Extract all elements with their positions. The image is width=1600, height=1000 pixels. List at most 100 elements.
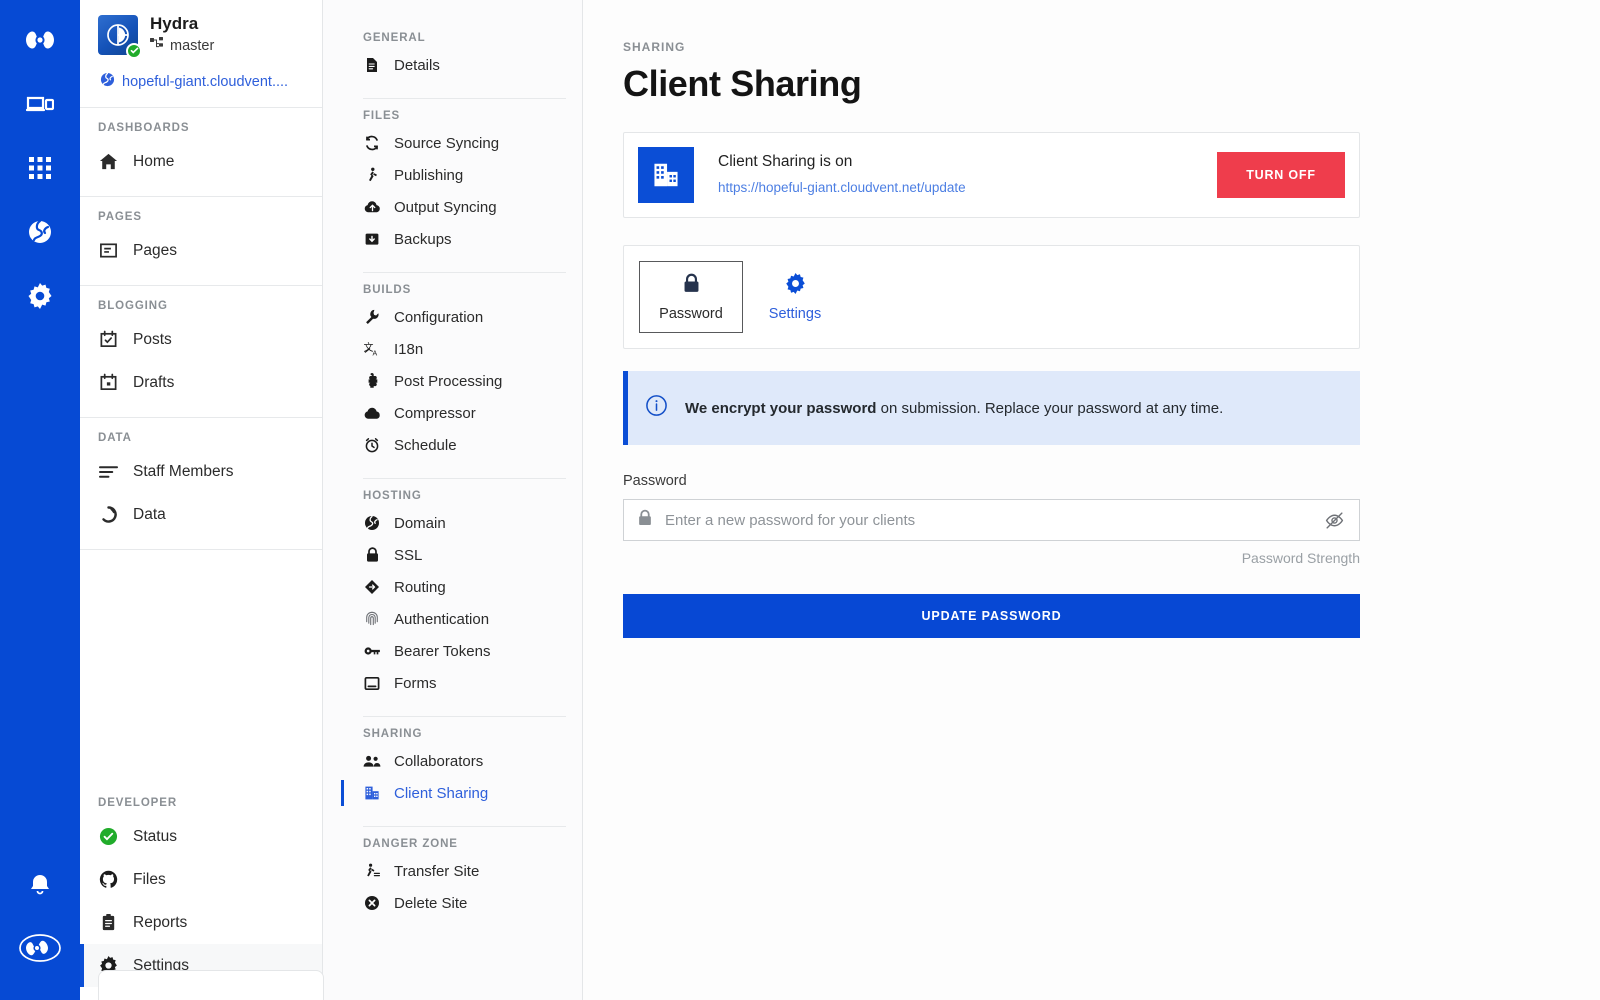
subnav-item-backups[interactable]: Backups	[323, 223, 582, 255]
sidebar-item-posts[interactable]: Posts	[80, 318, 322, 361]
subnav-item-bearer-tokens[interactable]: Bearer Tokens	[323, 635, 582, 667]
subnav-item-label: Compressor	[394, 404, 476, 422]
subnav-divider	[363, 826, 566, 827]
sidebar-item-files[interactable]: Files	[80, 858, 322, 901]
github-icon	[98, 870, 118, 889]
subnav-item-client-sharing[interactable]: Client Sharing	[323, 777, 582, 809]
eye-off-icon[interactable]	[1324, 510, 1345, 531]
tab-password[interactable]: Password	[639, 261, 743, 333]
sidebar-group-blogging: BLOGGING Posts Drafts	[80, 286, 322, 417]
sync-icon	[363, 135, 381, 151]
rail-logo-eye-icon[interactable]	[14, 14, 66, 66]
calendar-draft-icon	[98, 373, 118, 392]
globe-icon	[363, 515, 381, 531]
pages-icon	[98, 241, 118, 260]
svg-text:A: A	[373, 351, 378, 358]
password-strength-label: Password Strength	[1241, 550, 1360, 566]
subnav-item-post-processing[interactable]: Post Processing	[323, 365, 582, 397]
subnav-item-label: Transfer Site	[394, 862, 480, 880]
tab-settings[interactable]: Settings	[743, 261, 847, 333]
sidebar-group-label: DEVELOPER	[98, 797, 178, 809]
sidebar-item-data[interactable]: Data	[80, 493, 322, 536]
transfer-icon	[363, 863, 381, 879]
sidebar-item-reports[interactable]: Reports	[80, 901, 322, 944]
subnav-item-collaborators[interactable]: Collaborators	[323, 745, 582, 777]
rail-devices-preview-icon[interactable]	[14, 78, 66, 130]
update-password-button[interactable]: UPDATE PASSWORD	[623, 594, 1360, 638]
subnav-item-schedule[interactable]: Schedule	[323, 429, 582, 461]
turn-off-button[interactable]: TURN OFF	[1217, 152, 1345, 198]
sidebar-group-label: PAGES	[98, 211, 142, 224]
encryption-notice-text: We encrypt your password on submission. …	[685, 400, 1223, 417]
settings-subnav: GENERAL Details FILES Source Syncing Pub…	[323, 0, 583, 1000]
sidebar-group-developer: DEVELOPER Status Files Reports Settings	[80, 783, 322, 1000]
home-icon	[98, 152, 118, 171]
breadcrumb: SHARING	[623, 40, 686, 54]
hydra-logo-icon	[98, 14, 142, 59]
sidebar-item-status[interactable]: Status	[80, 815, 322, 858]
subnav-item-label: Forms	[394, 674, 437, 692]
sidebar-group-data: DATA Staff Members Data	[80, 418, 322, 549]
main-content: SHARING Client Sharing Client Sharing is	[583, 0, 1600, 1000]
subnav-item-label: I18n	[394, 340, 424, 358]
password-input-wrap[interactable]	[623, 499, 1360, 541]
building-icon	[363, 785, 381, 801]
subnav-group-label: FILES	[363, 110, 401, 122]
rail-apps-grid-icon[interactable]	[14, 142, 66, 194]
subnav-item-authentication[interactable]: Authentication	[323, 603, 582, 635]
site-identity[interactable]: Hydra master	[98, 14, 304, 59]
encryption-notice: We encrypt your password on submission. …	[623, 371, 1360, 445]
subnav-item-label: Publishing	[394, 166, 464, 184]
subnav-divider	[363, 478, 566, 479]
sidebar-item-staff-members[interactable]: Staff Members	[80, 450, 322, 493]
subnav-divider	[363, 272, 566, 273]
subnav-item-label: Delete Site	[394, 894, 468, 912]
password-input[interactable]	[665, 511, 1312, 529]
subnav-item-i18n[interactable]: 文 A I18n	[323, 333, 582, 365]
check-circle-green-icon	[98, 827, 118, 846]
subnav-item-forms[interactable]: Forms	[323, 667, 582, 699]
subnav-group-label: DANGER ZONE	[363, 838, 458, 850]
subnav-item-configuration[interactable]: Configuration	[323, 301, 582, 333]
subnav-item-source-syncing[interactable]: Source Syncing	[323, 127, 582, 159]
cloud-upload-icon	[363, 200, 381, 214]
subnav-item-label: Configuration	[394, 308, 484, 326]
sidebar-item-label: Home	[133, 152, 175, 170]
subnav-item-ssl[interactable]: SSL	[323, 539, 582, 571]
sidebar-group-label: DATA	[98, 432, 132, 445]
subnav-item-output-syncing[interactable]: Output Syncing	[323, 191, 582, 223]
sidebar-bottom-panel	[98, 970, 324, 1000]
subnav-group-hosting: HOSTING Domain SSL Routing Authenticatio…	[323, 490, 582, 710]
sharing-status-title: Client Sharing is on	[718, 153, 853, 170]
subnav-group-files: FILES Source Syncing Publishing Output S…	[323, 110, 582, 266]
rail-bottom-group	[14, 858, 66, 986]
subnav-item-label: Details	[394, 56, 440, 74]
password-field-label: Password	[623, 473, 687, 489]
puzzle-icon	[363, 373, 381, 389]
subnav-item-domain[interactable]: Domain	[323, 507, 582, 539]
subnav-group-sharing: SHARING Collaborators Client Sharing	[323, 728, 582, 820]
subnav-item-delete-site[interactable]: Delete Site	[323, 887, 582, 919]
sidebar-item-pages[interactable]: Pages	[80, 229, 322, 272]
sharing-status-url[interactable]: https://hopeful-giant.cloudvent.net/upda…	[718, 180, 1217, 195]
subnav-item-label: Backups	[394, 230, 452, 248]
branch-icon	[150, 37, 164, 55]
subnav-item-label: Bearer Tokens	[394, 642, 491, 660]
wrench-icon	[363, 309, 381, 325]
site-url-link[interactable]: hopeful-giant.cloudvent....	[98, 72, 304, 91]
subnav-item-compressor[interactable]: Compressor	[323, 397, 582, 429]
subnav-item-routing[interactable]: Routing	[323, 571, 582, 603]
subnav-item-transfer-site[interactable]: Transfer Site	[323, 855, 582, 887]
rail-bell-icon[interactable]	[14, 858, 66, 910]
rail-globe-icon[interactable]	[14, 206, 66, 258]
page-title: Client Sharing	[623, 63, 862, 104]
encryption-notice-rest: on submission. Replace your password at …	[876, 399, 1224, 417]
site-header: Hydra master hopeful-giant.cloudvent....	[80, 0, 322, 107]
sidebar-item-home[interactable]: Home	[80, 140, 322, 183]
sidebar-item-drafts[interactable]: Drafts	[80, 361, 322, 404]
rail-gear-icon[interactable]	[14, 270, 66, 322]
donut-icon	[98, 505, 118, 524]
subnav-item-details[interactable]: Details	[323, 49, 582, 81]
rail-avatar-eye-icon[interactable]	[14, 922, 66, 974]
subnav-item-publishing[interactable]: Publishing	[323, 159, 582, 191]
